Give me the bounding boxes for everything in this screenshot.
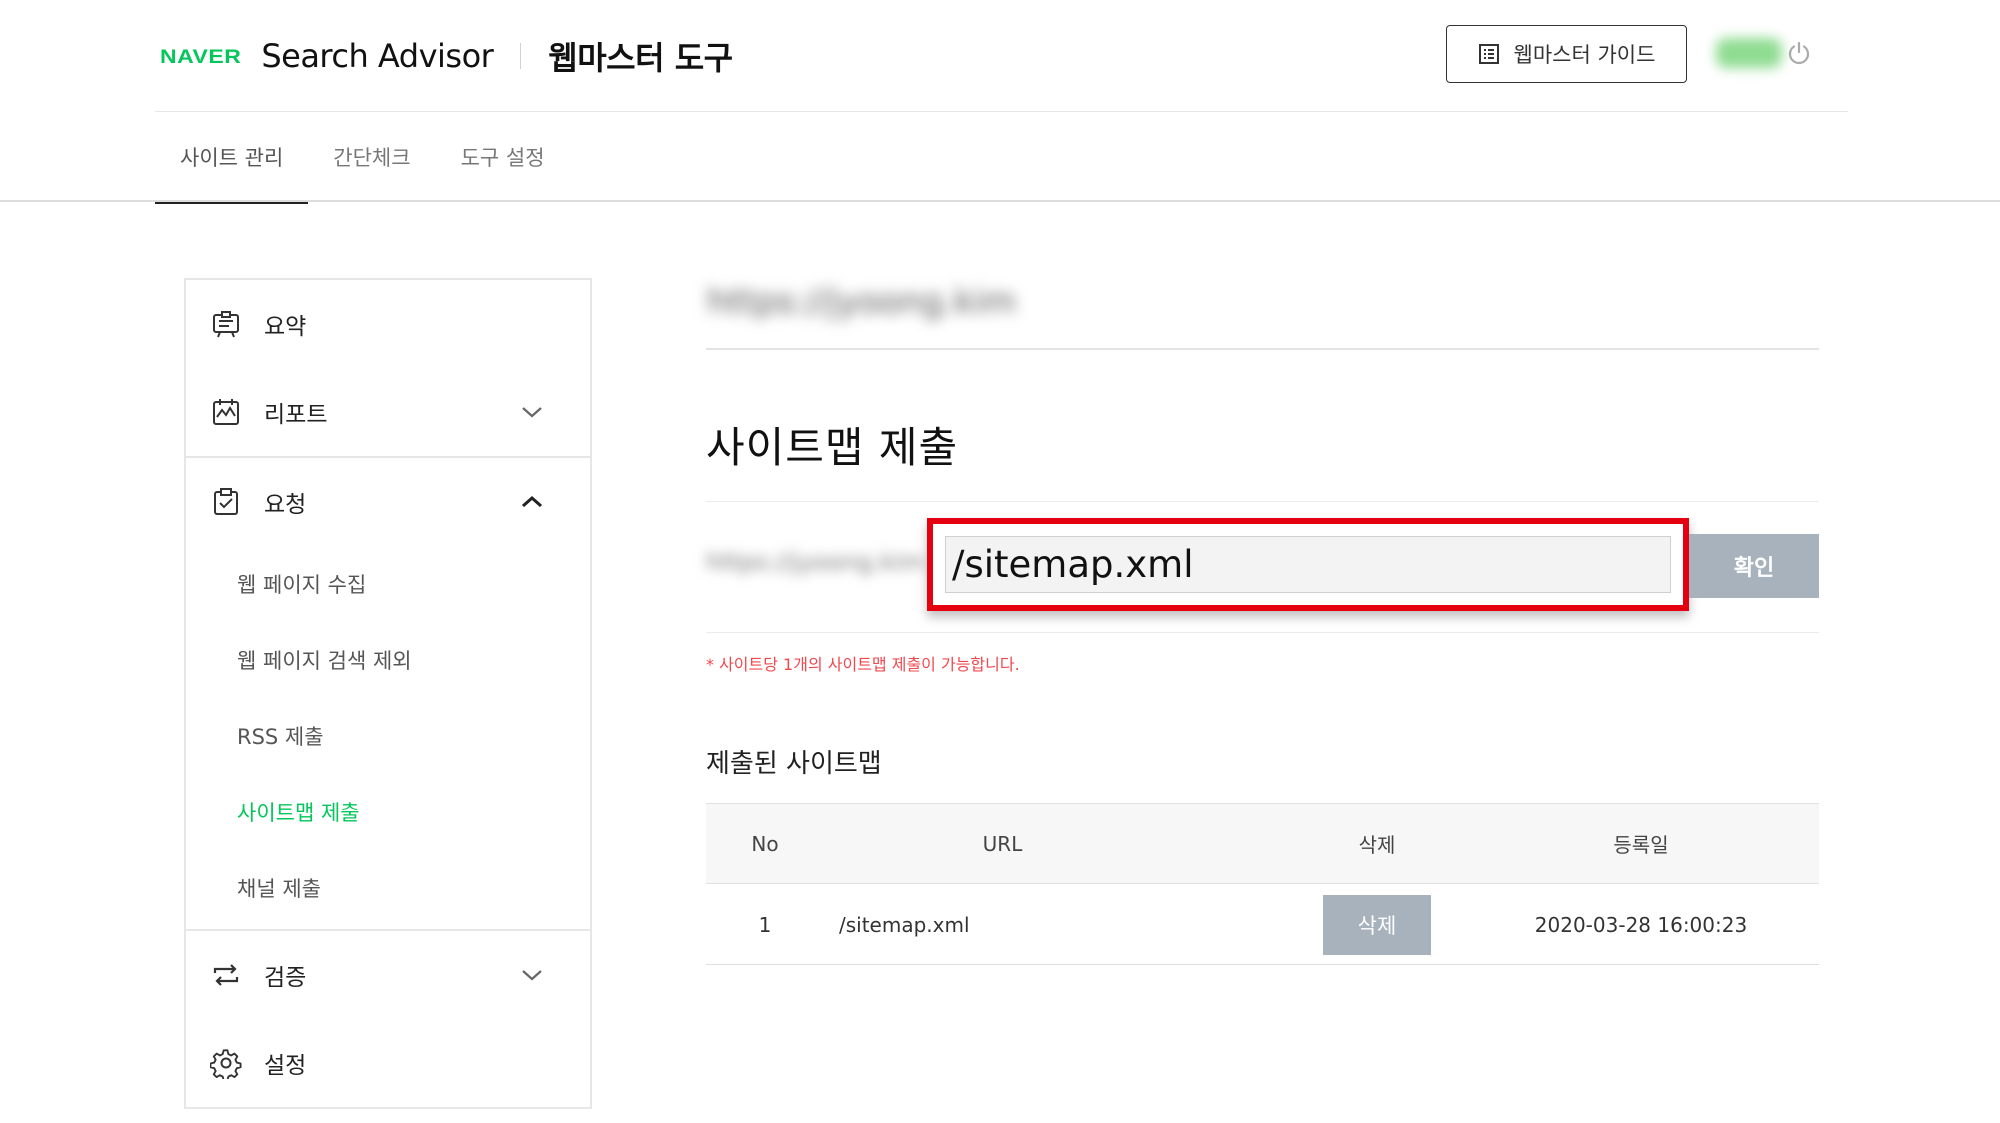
cell-no: 1 <box>758 912 772 937</box>
column-header-delete: 삭제 <box>1358 833 1396 857</box>
report-icon <box>213 399 239 425</box>
sidebar-item-verify[interactable]: 검증 <box>186 931 590 1019</box>
column-header-date: 등록일 <box>1613 833 1669 857</box>
sidebar-sub-rss-submit[interactable]: RSS 제출 <box>237 721 324 751</box>
sitemap-input-highlight <box>927 518 1689 611</box>
tabs-divider <box>0 200 2000 202</box>
chevron-down-icon[interactable] <box>520 404 544 420</box>
list-doc-icon <box>1478 44 1499 64</box>
webmaster-guide-label: 웹마스터 가이드 <box>1513 43 1656 67</box>
brand-divider <box>520 43 522 69</box>
sidebar-label-settings: 설정 <box>264 1053 307 1079</box>
cell-date: 2020-03-28 16:00:23 <box>1534 912 1748 937</box>
submitted-sitemaps-title: 제출된 사이트맵 <box>706 749 882 779</box>
url-prefix-blurred: https://jyoong.kim <box>706 548 925 576</box>
page-title: 사이트맵 제출 <box>706 423 959 472</box>
tab-tool-settings[interactable]: 도구 설정 <box>436 112 570 202</box>
sidebar-label-summary: 요약 <box>264 314 307 340</box>
column-header-no: No <box>751 831 779 856</box>
site-url-blurred: https://jyoong.kim <box>707 282 1017 322</box>
site-url-divider <box>706 348 1819 350</box>
sidebar-label-request: 요청 <box>264 492 307 518</box>
top-tabs: 사이트 관리 간단체크 도구 설정 <box>155 112 570 204</box>
chevron-up-icon[interactable] <box>520 494 544 510</box>
request-icon <box>214 488 238 515</box>
sidebar-label-verify: 검증 <box>264 965 307 991</box>
sidebar-label-report: 리포트 <box>264 402 328 428</box>
input-divider <box>706 632 1819 633</box>
naver-logo[interactable]: NAVER <box>160 45 241 68</box>
sidebar-item-settings[interactable]: 설정 <box>186 1019 590 1107</box>
sidebar-sub-sitemap-submit[interactable]: 사이트맵 제출 <box>237 797 360 827</box>
table-row: 1 /sitemap.xml 삭제 2020-03-28 16:00:23 <box>706 885 1819 965</box>
webmaster-guide-button[interactable]: 웹마스터 가이드 <box>1446 25 1687 83</box>
delete-button[interactable]: 삭제 <box>1323 894 1431 955</box>
summary-icon <box>213 311 239 338</box>
cell-url: /sitemap.xml <box>839 912 970 937</box>
sidebar-item-summary[interactable]: 요약 <box>186 280 590 368</box>
title-divider <box>706 501 1819 502</box>
power-icon[interactable] <box>1786 40 1812 66</box>
sidebar-item-request[interactable]: 요청 <box>186 458 590 546</box>
tool-title: 웹마스터 도구 <box>548 39 733 77</box>
verify-icon <box>213 964 239 986</box>
chevron-down-icon[interactable] <box>520 967 544 983</box>
sidebar-sub-web-page-exclude[interactable]: 웹 페이지 검색 제외 <box>237 645 412 675</box>
sitemap-limit-notice: * 사이트당 1개의 사이트맵 제출이 가능합니다. <box>706 655 1020 674</box>
column-header-url: URL <box>982 831 1023 856</box>
sidebar-item-report[interactable]: 리포트 <box>186 368 590 456</box>
tab-site-management[interactable]: 사이트 관리 <box>155 112 309 204</box>
sidebar-sub-web-page-crawl[interactable]: 웹 페이지 수집 <box>237 569 366 599</box>
brand: NAVER Search Advisor 웹마스터 도구 <box>160 30 733 82</box>
product-name[interactable]: Search Advisor <box>261 37 493 75</box>
sidebar: 요약 리포트 요청 웹 페이지 수집 웹 페이지 검색 제외 RSS 제출 사이… <box>184 278 592 1109</box>
cell-delete: 삭제 <box>1310 885 1444 964</box>
sidebar-sub-channel-submit[interactable]: 채널 제출 <box>237 873 321 903</box>
tab-quick-check[interactable]: 간단체크 <box>308 112 435 202</box>
table-header: No URL 삭제 등록일 <box>706 803 1819 884</box>
user-name-blurred[interactable] <box>1716 38 1782 68</box>
header: NAVER Search Advisor 웹마스터 도구 웹마스터 가이드 <box>0 0 2000 112</box>
settings-icon <box>210 1049 242 1079</box>
confirm-button[interactable]: 확인 <box>1689 534 1819 598</box>
sitemap-url-input[interactable] <box>945 536 1671 593</box>
